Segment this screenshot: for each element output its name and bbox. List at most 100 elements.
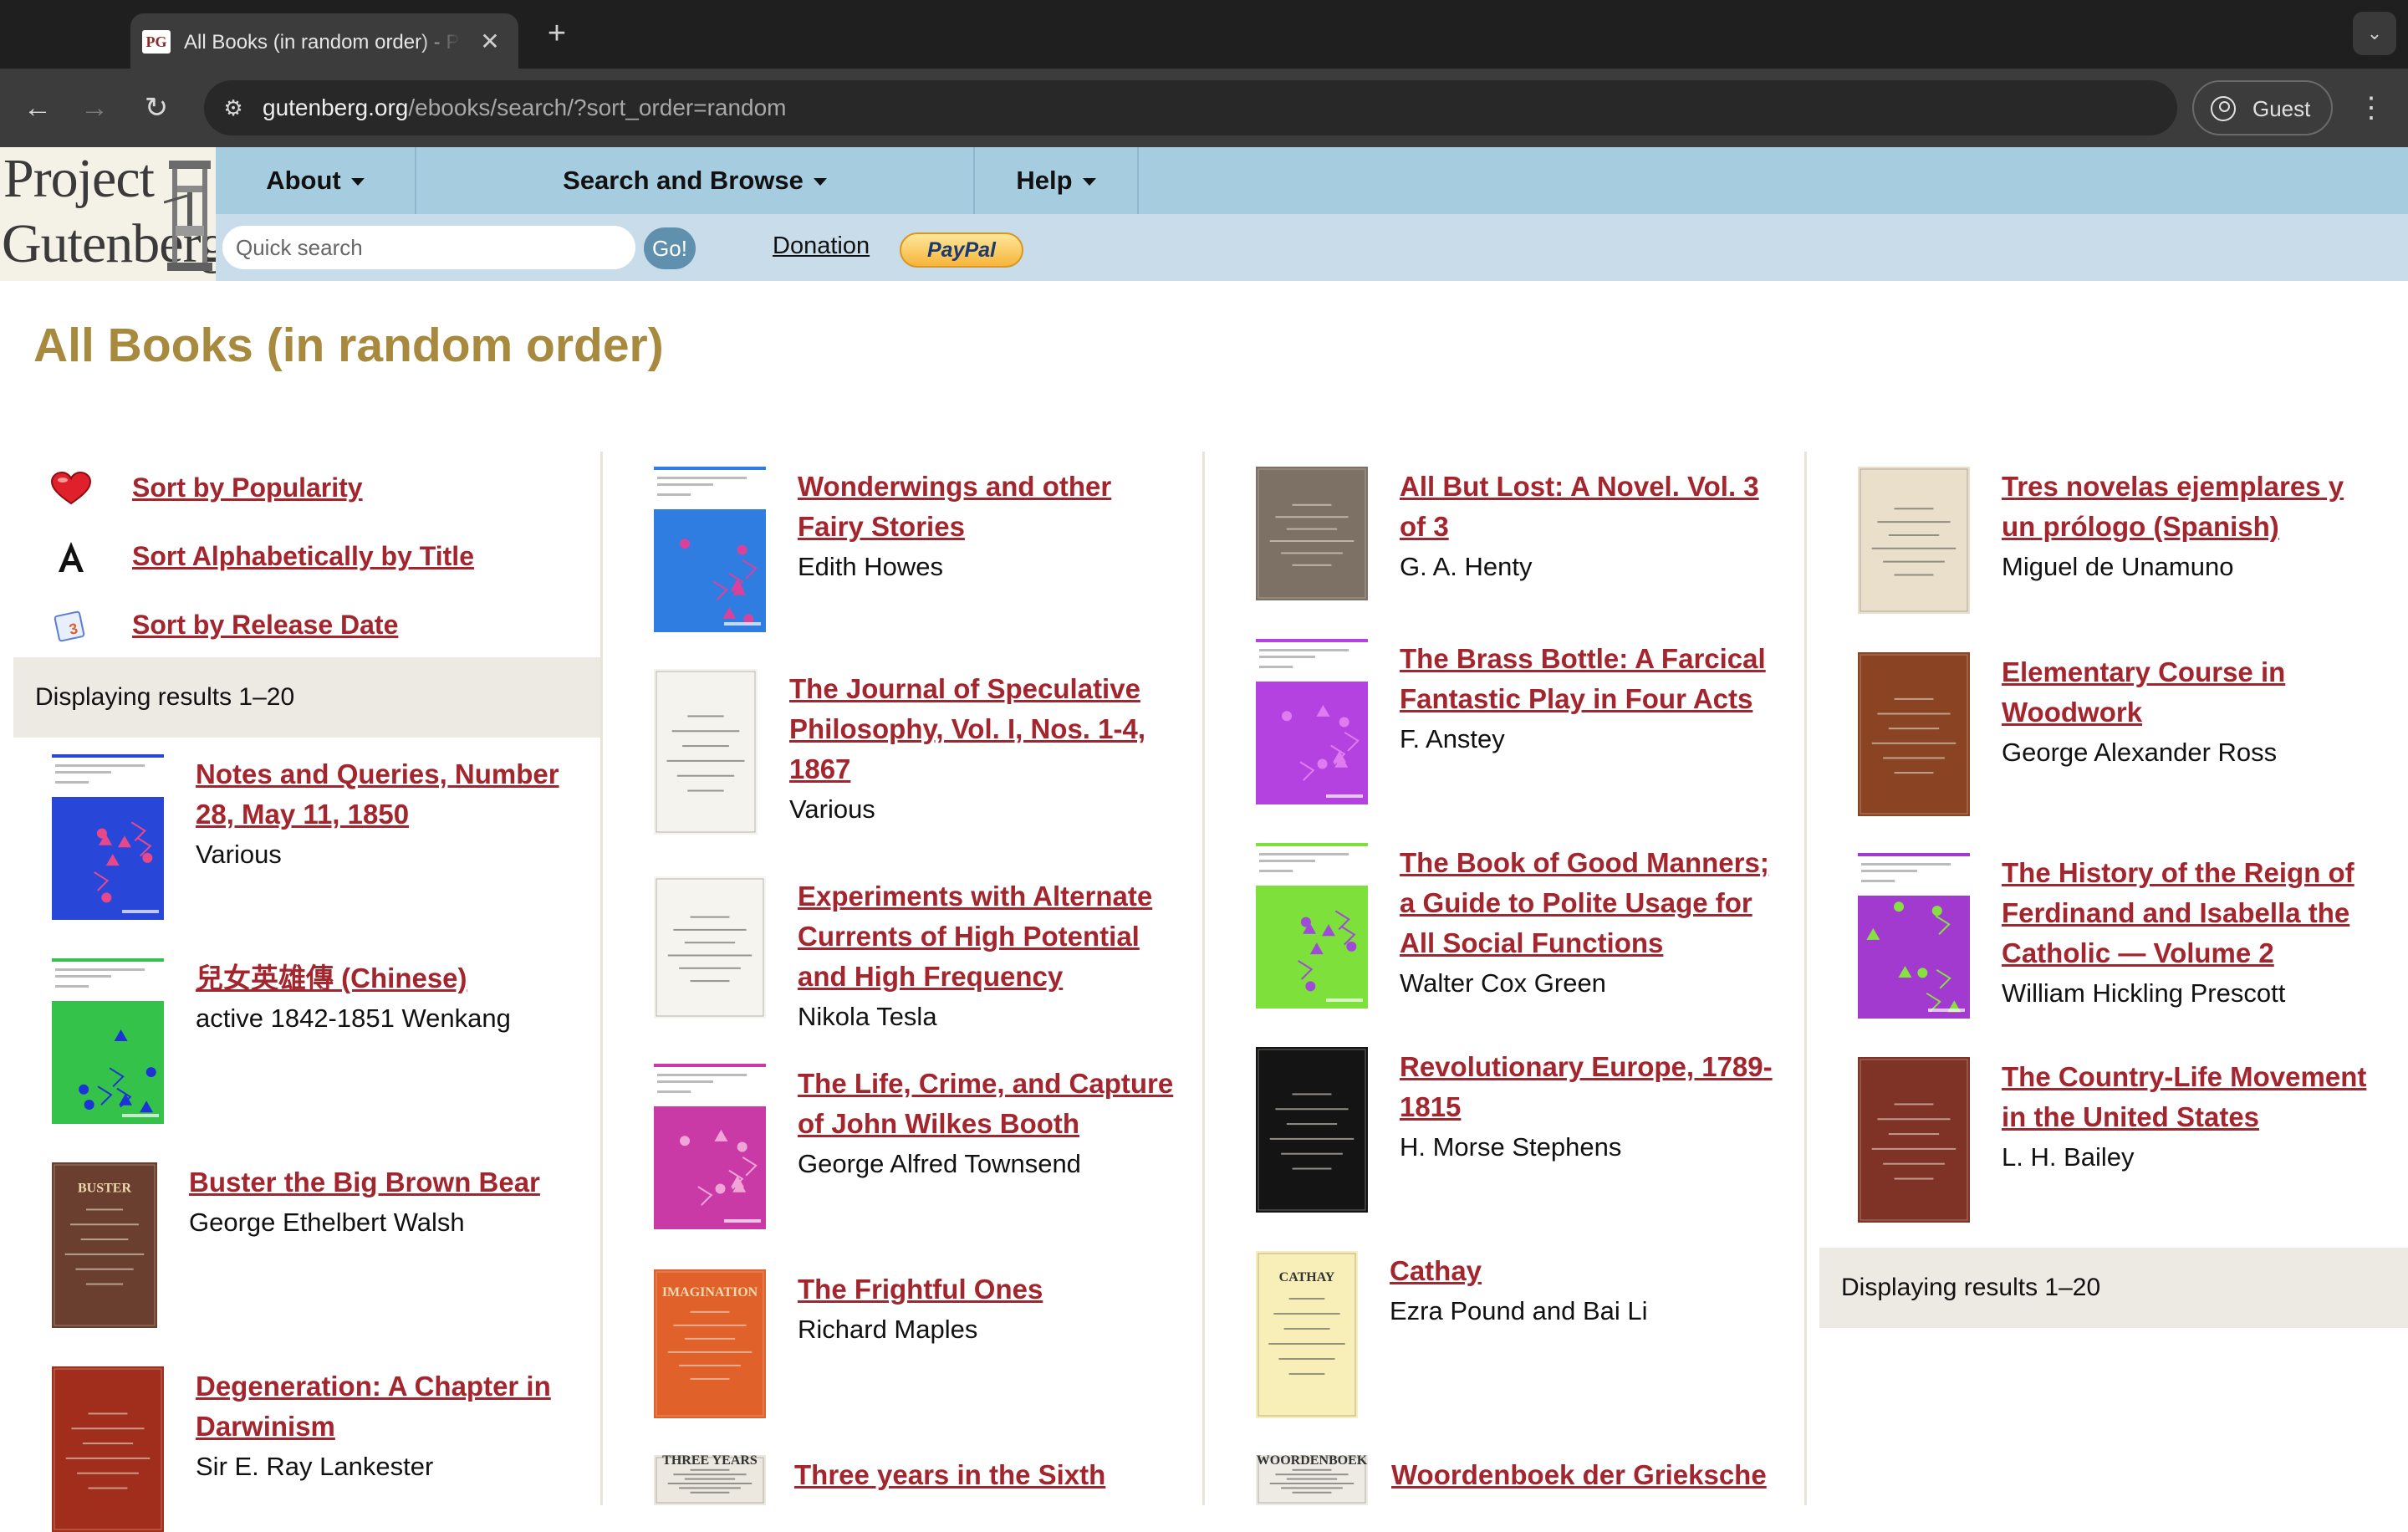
book-title-line[interactable]: Revolutionary Europe, 1789-: [1400, 1047, 1868, 1087]
back-arrow-icon[interactable]: ←: [17, 87, 59, 129]
book-title-line[interactable]: 兒女英雄傳 (Chinese): [196, 958, 664, 998]
book-cover-image[interactable]: [1256, 639, 1368, 804]
book-title-line[interactable]: The Country-Life Movement: [2002, 1057, 2408, 1097]
book-title-line[interactable]: Woordenboek der Grieksche: [1391, 1455, 1860, 1495]
book-title-line[interactable]: a Guide to Polite Usage for: [1400, 883, 1868, 923]
book-cover-image[interactable]: [1858, 467, 1970, 614]
book-title-line[interactable]: un prólogo (Spanish): [2002, 507, 2408, 547]
book-cover-image[interactable]: [1858, 1057, 1970, 1223]
book-title-line[interactable]: of John Wilkes Booth: [798, 1104, 1266, 1144]
book-title-line[interactable]: All Social Functions: [1400, 923, 1868, 963]
book-title-link-cathay[interactable]: Cathay: [1390, 1251, 1858, 1291]
book-title-link-the-journal-of-speculative-philosophy-vo[interactable]: The Journal of Speculative Philosophy, Vo…: [789, 669, 1258, 789]
book-cover-image[interactable]: IMAGINATION: [654, 1269, 766, 1418]
book-title-link-degeneration-a-chapter-in-darwinism[interactable]: Degeneration: A Chapter in Darwinism: [196, 1366, 664, 1447]
book-title-link-the-brass-bottle-a-farcical-fantastic-pl[interactable]: The Brass Bottle: A Farcical Fantastic Pl…: [1400, 639, 1868, 719]
book-cover-image[interactable]: [654, 876, 766, 1019]
book-title-line[interactable]: The Life, Crime, and Capture: [798, 1064, 1266, 1104]
book-title-link-experiments-with-alternate-currents-of-h[interactable]: Experiments with Alternate Currents of Hi…: [798, 876, 1266, 997]
project-gutenberg-logo[interactable]: Project Gutenberg: [0, 147, 216, 281]
book-title-link-woordenboek-der-grieksche[interactable]: Woordenboek der Grieksche: [1391, 1455, 1860, 1495]
book-title-line[interactable]: Ferdinand and Isabella the: [2002, 893, 2408, 933]
book-title-link-the-country-life-movement-in-the-united-[interactable]: The Country-Life Movement in the United S…: [2002, 1057, 2408, 1137]
book-title-line[interactable]: and High Frequency: [798, 957, 1266, 997]
book-title-line[interactable]: Darwinism: [196, 1407, 664, 1447]
book-title-link-the-book-of-good-manners-a-guide-to-poli[interactable]: The Book of Good Manners; a Guide to Poli…: [1400, 843, 1868, 963]
book-title-link-buster-the-big-brown-bear[interactable]: Buster the Big Brown Bear: [189, 1162, 657, 1203]
menu-help[interactable]: Help: [975, 147, 1139, 214]
more-menu-icon[interactable]: ⋮: [2354, 87, 2388, 129]
book-cover-image[interactable]: [1858, 853, 1970, 1019]
book-title-link-tres-novelas-ejemplares-y-un-pr-logo-spa[interactable]: Tres novelas ejemplares y un prólogo (Spa…: [2002, 467, 2408, 547]
book-title-line[interactable]: 28, May 11, 1850: [196, 794, 664, 835]
book-title-line[interactable]: The Brass Bottle: A Farcical: [1400, 639, 1868, 679]
book-title-line[interactable]: Catholic — Volume 2: [2002, 933, 2408, 973]
book-cover-image[interactable]: BUSTER: [52, 1162, 157, 1328]
book-cover-image[interactable]: THREE YEARS: [654, 1455, 766, 1505]
book-title-line[interactable]: Experiments with Alternate: [798, 876, 1266, 917]
book-title-line[interactable]: The History of the Reign of: [2002, 853, 2408, 893]
book-title-line[interactable]: Elementary Course in: [2002, 652, 2408, 692]
book-title-link-notes-and-queries-number-28-may-11-1850[interactable]: Notes and Queries, Number 28, May 11, 185…: [196, 754, 664, 835]
sort-label[interactable]: Sort Alphabetically by Title: [132, 535, 474, 577]
donation-link[interactable]: Donation: [773, 229, 870, 263]
new-tab-button[interactable]: +: [538, 15, 575, 52]
book-title-line[interactable]: Fantastic Play in Four Acts: [1400, 679, 1868, 719]
book-title-line[interactable]: 1867: [789, 749, 1258, 789]
book-title-link-wonderwings-and-other-fairy-stories[interactable]: Wonderwings and other Fairy Stories: [798, 467, 1266, 547]
site-info-icon[interactable]: ⚙: [216, 90, 251, 125]
tab-search-chevron-icon[interactable]: ⌄: [2353, 12, 2396, 55]
book-title-line[interactable]: Wonderwings and other: [798, 467, 1266, 507]
book-cover-image[interactable]: [1858, 652, 1970, 816]
book-cover-image[interactable]: [654, 467, 766, 632]
profile-button[interactable]: Guest: [2192, 80, 2333, 135]
book-title-link-chinese[interactable]: 兒女英雄傳 (Chinese): [196, 958, 664, 998]
browser-tab[interactable]: PG All Books (in random order) - Project…: [130, 13, 518, 69]
book-title-link-elementary-course-in-woodwork[interactable]: Elementary Course in Woodwork: [2002, 652, 2408, 733]
book-title-link-the-history-of-the-reign-of-ferdinand-an[interactable]: The History of the Reign of Ferdinand and…: [2002, 853, 2408, 973]
sort-label[interactable]: Sort by Release Date: [132, 604, 398, 646]
book-cover-image[interactable]: [52, 1366, 164, 1532]
book-title-line[interactable]: Buster the Big Brown Bear: [189, 1162, 657, 1203]
book-title-line[interactable]: Degeneration: A Chapter in: [196, 1366, 664, 1407]
book-title-line[interactable]: Three years in the Sixth: [794, 1455, 1263, 1495]
book-cover-image[interactable]: [1256, 843, 1368, 1009]
book-title-line[interactable]: in the United States: [2002, 1097, 2408, 1137]
book-title-line[interactable]: of 3: [1400, 507, 1868, 547]
quick-search-input[interactable]: [222, 226, 635, 269]
book-title-line[interactable]: Notes and Queries, Number: [196, 754, 664, 794]
address-bar[interactable]: ⚙ gutenberg.org/ebooks/search/?sort_orde…: [204, 80, 2177, 135]
book-title-link-the-frightful-ones[interactable]: The Frightful Ones: [798, 1269, 1266, 1310]
url-text[interactable]: gutenberg.org/ebooks/search/?sort_order=…: [263, 94, 787, 122]
book-cover-image[interactable]: [654, 669, 758, 835]
book-title-link-revolutionary-europe-1789-1815[interactable]: Revolutionary Europe, 1789- 1815: [1400, 1047, 1868, 1127]
book-cover-image[interactable]: CATHAY: [1256, 1251, 1358, 1418]
book-title-line[interactable]: Fairy Stories: [798, 507, 1266, 547]
go-button[interactable]: Go!: [644, 227, 696, 269]
book-title-line[interactable]: 1815: [1400, 1087, 1868, 1127]
book-title-line[interactable]: The Journal of Speculative: [789, 669, 1258, 709]
book-cover-image[interactable]: [1256, 1047, 1368, 1213]
sort-label[interactable]: Sort by Popularity: [132, 467, 363, 508]
book-title-line[interactable]: Woodwork: [2002, 692, 2408, 733]
book-cover-image[interactable]: WOORDENBOEK: [1256, 1455, 1368, 1505]
menu-search-and-browse[interactable]: Search and Browse: [416, 147, 975, 214]
book-cover-image[interactable]: [654, 1064, 766, 1229]
book-title-line[interactable]: All But Lost: A Novel. Vol. 3: [1400, 467, 1868, 507]
book-cover-image[interactable]: [1256, 467, 1368, 600]
book-title-line[interactable]: The Book of Good Manners;: [1400, 843, 1868, 883]
book-title-link-the-life-crime-and-capture-of-john-wilke[interactable]: The Life, Crime, and Capture of John Wilk…: [798, 1064, 1266, 1144]
reload-icon[interactable]: ↻: [135, 87, 177, 129]
forward-arrow-icon[interactable]: →: [74, 87, 115, 129]
book-title-line[interactable]: Cathay: [1390, 1251, 1858, 1291]
close-icon[interactable]: ✕: [475, 27, 505, 57]
book-title-link-all-but-lost-a-novel-vol-3-of-3[interactable]: All But Lost: A Novel. Vol. 3 of 3: [1400, 467, 1868, 547]
book-title-line[interactable]: The Frightful Ones: [798, 1269, 1266, 1310]
book-title-line[interactable]: Tres novelas ejemplares y: [2002, 467, 2408, 507]
paypal-button[interactable]: PayPal: [900, 232, 1023, 268]
book-title-link-three-years-in-the-sixth[interactable]: Three years in the Sixth: [794, 1455, 1263, 1495]
book-cover-image[interactable]: [52, 754, 164, 920]
book-title-line[interactable]: Currents of High Potential: [798, 917, 1266, 957]
book-cover-image[interactable]: [52, 958, 164, 1124]
book-title-line[interactable]: Philosophy, Vol. I, Nos. 1-4,: [789, 709, 1258, 749]
